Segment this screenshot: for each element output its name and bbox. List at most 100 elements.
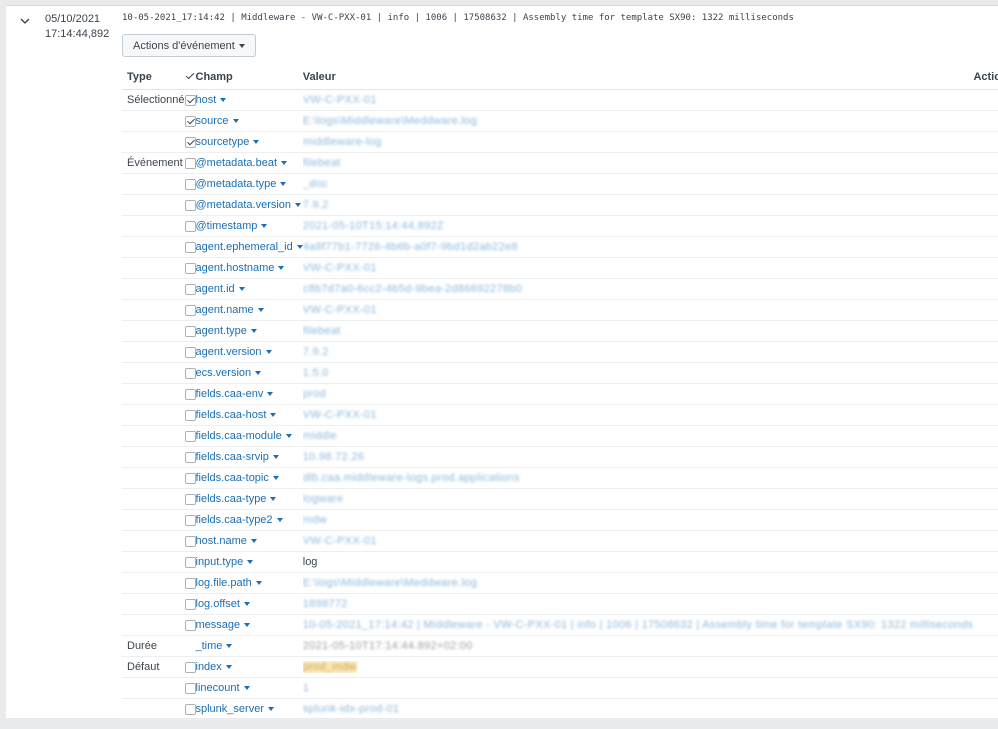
table-row: agent.hostname VW-C-PXX-01 [122, 257, 998, 279]
field-value[interactable]: VW-C-PXX-01 [303, 262, 377, 274]
field-select-checkbox[interactable] [184, 346, 196, 358]
field-name-link[interactable]: agent.id [196, 283, 245, 295]
field-name-link[interactable]: log.offset [196, 598, 250, 610]
field-value[interactable]: middleware-log [303, 136, 382, 148]
field-name-link[interactable]: ecs.version [196, 367, 262, 379]
field-value[interactable]: 2021-05-10T15:14:44.892Z [303, 220, 444, 232]
field-value[interactable]: E:\logs\Middleware\Meddware.log [303, 577, 477, 589]
field-value[interactable]: VW-C-PXX-01 [303, 535, 377, 547]
field-value[interactable]: _doc [303, 178, 328, 190]
field-select-checkbox[interactable] [184, 619, 196, 631]
row-value-cell: 10-05-2021_17:14:42 | Middleware - VW-C-… [302, 614, 974, 636]
field-value[interactable]: 1898772 [303, 598, 348, 610]
field-value[interactable]: VW-C-PXX-01 [303, 409, 377, 421]
field-select-checkbox[interactable] [184, 409, 196, 421]
field-value[interactable]: VW-C-PXX-01 [303, 304, 377, 316]
field-value[interactable]: mdw [303, 514, 327, 526]
row-type-cell [122, 320, 185, 342]
column-header-select[interactable] [184, 65, 196, 90]
field-value[interactable]: log [303, 556, 318, 568]
field-select-checkbox[interactable] [184, 241, 196, 253]
field-select-checkbox[interactable] [184, 703, 196, 715]
field-value[interactable]: middle [303, 430, 337, 442]
row-select-cell [184, 89, 196, 111]
field-name-link[interactable]: fields.caa-module [196, 430, 292, 442]
field-name-link[interactable]: log.file.path [196, 577, 262, 589]
field-select-checkbox[interactable] [184, 682, 196, 694]
field-name-link[interactable]: host [196, 94, 227, 106]
field-value[interactable]: filebeat [303, 325, 341, 337]
field-name-link[interactable]: linecount [196, 682, 250, 694]
field-name-link[interactable]: host.name [196, 535, 257, 547]
field-select-checkbox[interactable] [184, 430, 196, 442]
field-select-checkbox[interactable] [184, 451, 196, 463]
field-select-checkbox[interactable] [184, 199, 196, 211]
collapse-event-chevron-icon[interactable] [18, 14, 32, 28]
field-value[interactable]: 1.5.0 [303, 367, 329, 379]
field-value[interactable]: 1 [303, 682, 309, 694]
field-select-checkbox[interactable] [184, 157, 196, 169]
field-select-checkbox[interactable] [184, 535, 196, 547]
field-select-checkbox[interactable] [184, 136, 196, 148]
field-value[interactable]: logware [303, 493, 344, 505]
field-select-checkbox[interactable] [184, 577, 196, 589]
field-name-link[interactable]: index [196, 661, 232, 673]
row-field-cell: host.name [195, 530, 303, 552]
field-select-checkbox[interactable] [184, 304, 196, 316]
field-name-link[interactable]: agent.version [196, 346, 272, 358]
field-name-link[interactable]: splunk_server [196, 703, 274, 715]
field-value[interactable]: 7.9.2 [303, 346, 329, 358]
field-value[interactable]: filebeat [303, 157, 341, 169]
field-name-link[interactable]: agent.type [196, 325, 257, 337]
field-select-checkbox[interactable] [184, 661, 196, 673]
field-value[interactable]: 2021-05-10T17:14:44.892+02:00 [303, 640, 473, 652]
field-value[interactable]: VW-C-PXX-01 [303, 94, 377, 106]
field-name-link[interactable]: sourcetype [196, 136, 260, 148]
field-name-link[interactable]: source [196, 115, 239, 127]
field-value[interactable]: 4a8f77b1-7726-4b6b-a0f7-9bd1d2ab22e8 [303, 241, 518, 253]
field-value[interactable]: prod [303, 388, 326, 400]
field-name-link[interactable]: @metadata.version [196, 199, 302, 211]
field-name-link[interactable]: fields.caa-type [196, 493, 277, 505]
field-value[interactable]: c8b7d7a0-6cc2-4b5d-9bea-2d86692278b0 [303, 283, 522, 295]
row-field-cell: log.offset [195, 593, 303, 615]
field-select-checkbox[interactable] [184, 493, 196, 505]
field-select-checkbox[interactable] [184, 325, 196, 337]
field-name-link[interactable]: fields.caa-type2 [196, 514, 283, 526]
field-name-link[interactable]: fields.caa-srvip [196, 451, 279, 463]
field-value[interactable]: E:\logs\Middleware\Meddware.log [303, 115, 477, 127]
select-all-check-icon[interactable] [185, 72, 196, 83]
field-name-link[interactable]: agent.ephemeral_id [196, 241, 303, 253]
field-select-checkbox[interactable] [184, 514, 196, 526]
field-name-link[interactable]: fields.caa-topic [196, 472, 279, 484]
field-value[interactable]: prod_mdw [302, 661, 357, 673]
field-select-checkbox[interactable] [184, 178, 196, 190]
field-value[interactable]: splunk-idx-prod-01 [303, 703, 400, 715]
field-select-checkbox[interactable] [184, 94, 196, 106]
field-select-checkbox[interactable] [184, 115, 196, 127]
field-name-link[interactable]: fields.caa-env [196, 388, 274, 400]
field-name-link[interactable]: @metadata.beat [196, 157, 287, 169]
field-select-checkbox[interactable] [184, 556, 196, 568]
field-select-checkbox[interactable] [184, 262, 196, 274]
field-name-link[interactable]: _time [196, 640, 233, 652]
field-name-link[interactable]: input.type [196, 556, 254, 568]
field-name-link[interactable]: @timestamp [196, 220, 268, 232]
field-name-link[interactable]: fields.caa-host [196, 409, 277, 421]
field-select-checkbox[interactable] [184, 220, 196, 232]
field-name-link[interactable]: agent.name [196, 304, 264, 316]
field-name-link[interactable]: message [196, 619, 251, 631]
field-select-checkbox[interactable] [184, 472, 196, 484]
field-select-checkbox[interactable] [184, 388, 196, 400]
field-name-link[interactable]: @metadata.type [196, 178, 287, 190]
field-select-checkbox[interactable] [184, 367, 196, 379]
field-value[interactable]: 10-05-2021_17:14:42 | Middleware - VW-C-… [303, 619, 974, 631]
caret-down-icon [247, 560, 254, 565]
field-select-checkbox[interactable] [184, 283, 196, 295]
field-select-checkbox[interactable] [184, 598, 196, 610]
field-value[interactable]: dlb.caa.middleware-logs.prod.application… [303, 472, 520, 484]
event-actions-button[interactable]: Actions d'événement [122, 34, 256, 57]
field-name-link[interactable]: agent.hostname [196, 262, 285, 274]
field-value[interactable]: 7.9.2 [303, 199, 329, 211]
field-value[interactable]: 10.98.72.26 [303, 451, 364, 463]
